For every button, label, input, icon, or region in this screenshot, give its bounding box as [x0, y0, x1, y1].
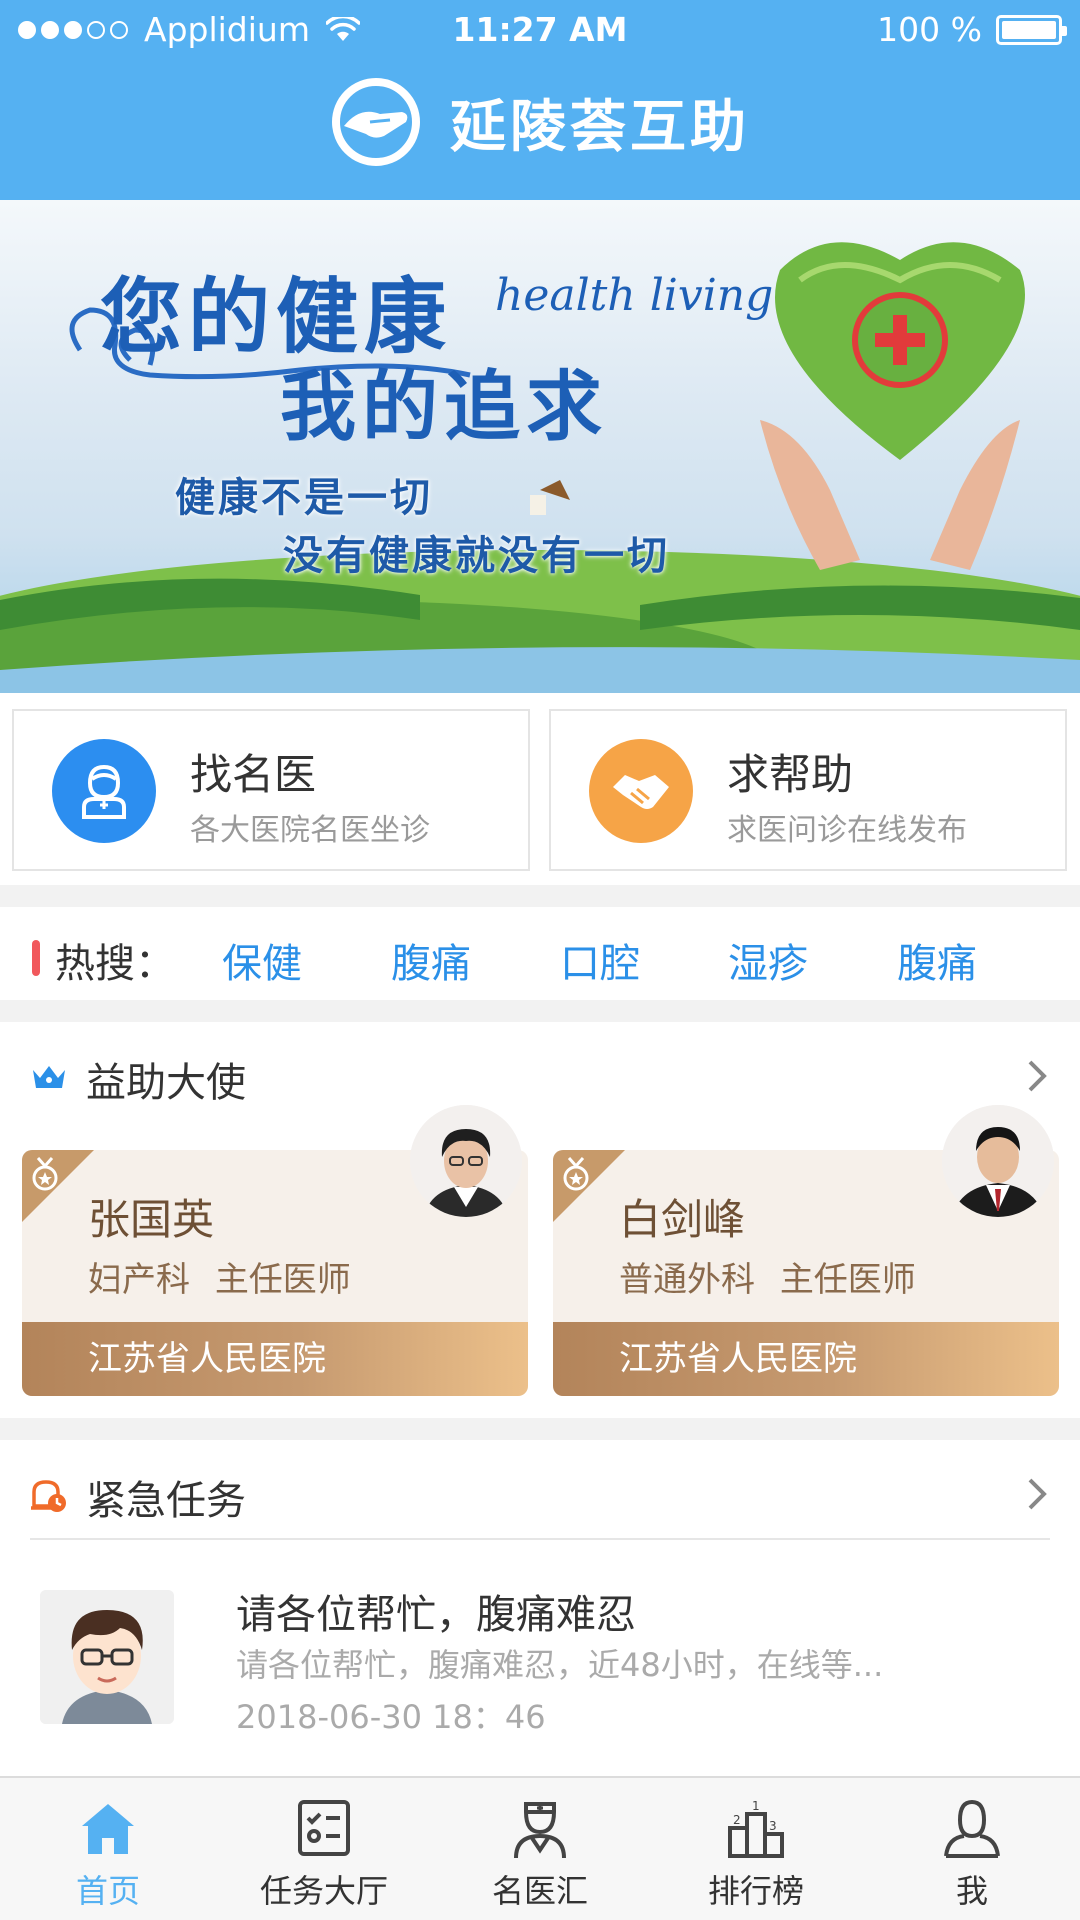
tab-label: 首页: [75, 1872, 140, 1910]
ambassador-header[interactable]: 益助大使: [0, 1022, 1080, 1132]
status-right: 100 %: [877, 10, 1067, 49]
doctor-icon: [514, 1802, 566, 1859]
hot-search-bar: 热搜： 保健 腹痛 口腔 湿疹 腹痛: [0, 907, 1080, 1000]
task-description: 请各位帮忙，腹痛难忍，近48小时，在线等...: [236, 1646, 884, 1684]
tab-me[interactable]: 我: [864, 1778, 1080, 1920]
crown-icon: [33, 1066, 65, 1088]
doctor-name: 张国英: [88, 1195, 215, 1244]
find-doctor-subtitle: 各大医院名医坐诊: [190, 813, 430, 848]
chevron-right-icon[interactable]: [1018, 1476, 1054, 1512]
status-bar: Applidium 11:27 AM 100 %: [0, 0, 1080, 60]
avatar: [40, 1590, 174, 1724]
ask-help-title: 求帮助: [727, 750, 854, 799]
health-banner[interactable]: 您的健康 health living 我的追求 健康不是一切 没有健康就没有一切: [0, 200, 1080, 693]
ambassador-section: 益助大使 张国英 妇产科 主任医师 江苏省人民医院 白剑峰 普通外科 主任医师 …: [0, 1022, 1080, 1418]
alarm-clock-icon: [31, 1480, 66, 1512]
hot-search-tag[interactable]: 保健: [222, 931, 302, 989]
doctor-title: 妇产科 主任医师: [88, 1252, 351, 1301]
medal-icon: [563, 1157, 589, 1191]
urgent-task-header[interactable]: 紧急任务: [0, 1440, 1080, 1550]
tab-label: 我: [955, 1872, 988, 1910]
battery-icon: [996, 14, 1067, 45]
banner-slogan-1: 健康不是一切: [175, 475, 433, 521]
doctor-hospital: 江苏省人民医院: [22, 1322, 528, 1396]
hot-search-marker: [32, 940, 40, 976]
avatar: [942, 1105, 1054, 1217]
section-divider: [30, 1538, 1050, 1540]
banner-headline-2: 我的追求: [280, 362, 608, 451]
avatar: [410, 1105, 522, 1217]
handshake-icon: [589, 739, 693, 843]
find-doctor-card[interactable]: 找名医 各大医院名医坐诊: [12, 709, 530, 871]
hot-search-tag[interactable]: 腹痛: [897, 931, 977, 989]
task-list-icon: [298, 1800, 350, 1856]
chevron-right-icon[interactable]: [1018, 1058, 1054, 1094]
tab-label: 任务大厅: [259, 1872, 388, 1910]
tab-label: 排行榜: [707, 1872, 804, 1910]
bottom-tab-bar: 首页 任务大厅 名医汇 1 2 3 排行榜 我: [0, 1776, 1080, 1920]
hot-search-label: 热搜：: [55, 941, 175, 987]
doctor-position: 主任医师: [214, 1260, 351, 1300]
tab-task-hall[interactable]: 任务大厅: [216, 1778, 432, 1920]
tab-home[interactable]: 首页: [0, 1778, 216, 1920]
app-brand: 延陵荟互助: [0, 76, 1080, 168]
svg-text:1: 1: [752, 1799, 760, 1813]
urgent-task-title: 紧急任务: [86, 1478, 246, 1524]
doctor-title: 普通外科 主任医师: [619, 1252, 916, 1301]
banner-slogan-2: 没有健康就没有一切: [283, 533, 670, 579]
tab-label: 名医汇: [491, 1872, 588, 1910]
task-time: 2018-06-30 18：46: [236, 1698, 546, 1736]
svg-text:2: 2: [733, 1813, 741, 1827]
hot-search-tag[interactable]: 腹痛: [391, 931, 471, 989]
app-header: Applidium 11:27 AM 100 % 延陵荟互助: [0, 0, 1080, 200]
user-icon: [944, 1799, 1000, 1858]
hot-search-tag[interactable]: 口腔: [560, 931, 640, 989]
banner-english-text: health living: [495, 270, 774, 321]
app-title: 延陵荟互助: [450, 94, 750, 160]
doctor-icon: [52, 739, 156, 843]
svg-text:3: 3: [769, 1819, 777, 1833]
ask-help-subtitle: 求医问诊在线发布: [727, 813, 967, 848]
tab-ranking[interactable]: 1 2 3 排行榜: [648, 1778, 864, 1920]
task-title: 请各位帮忙，腹痛难忍: [236, 1592, 636, 1638]
hot-search-tag[interactable]: 湿疹: [728, 931, 808, 989]
podium-icon: 1 2 3: [728, 1799, 784, 1858]
urgent-task-section: 紧急任务 请各位帮忙，腹痛难忍 请各位帮忙，腹痛难忍，近48小时，在线等... …: [0, 1440, 1080, 1780]
doctor-hospital: 江苏省人民医院: [553, 1322, 1059, 1396]
doctor-position: 主任医师: [779, 1260, 916, 1300]
doctor-name: 白剑峰: [619, 1195, 746, 1244]
battery-percentage: 100 %: [877, 10, 982, 49]
home-icon: [82, 1804, 134, 1854]
tab-famous-doctors[interactable]: 名医汇: [432, 1778, 648, 1920]
handshake-logo-icon: [332, 78, 420, 166]
ambassador-title: 益助大使: [86, 1060, 246, 1106]
doctor-department: 妇产科: [88, 1260, 190, 1300]
ask-help-card[interactable]: 求帮助 求医问诊在线发布: [549, 709, 1067, 871]
find-doctor-title: 找名医: [190, 750, 317, 799]
quick-entry-section: 找名医 各大医院名医坐诊 求帮助 求医问诊在线发布: [0, 693, 1080, 885]
doctor-department: 普通外科: [619, 1260, 755, 1300]
medal-icon: [32, 1157, 58, 1191]
